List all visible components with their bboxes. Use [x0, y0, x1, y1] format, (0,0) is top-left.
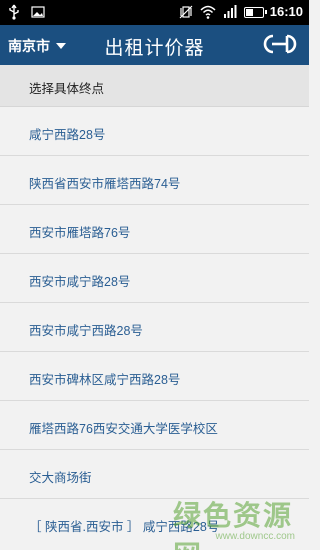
destination-list: 咸宁西路28号 陕西省西安市雁塔西路74号 西安市雁塔路76号 西安市咸宁路28… — [0, 107, 309, 548]
watermark-url: www.downcc.com — [215, 531, 295, 542]
list-item-label: 西安市碑林区咸宁西路28号 — [29, 373, 181, 387]
list-item-label: 西安市雁塔路76号 — [29, 226, 131, 240]
list-item[interactable]: 西安市咸宁西路28号 — [0, 303, 309, 352]
list-item[interactable]: 西安市雁塔路76号 — [0, 205, 309, 254]
taxi-logo-icon[interactable] — [260, 32, 300, 56]
list-item-label: 陕西省西安市雁塔西路74号 — [29, 177, 181, 191]
vibrate-silent-icon — [179, 5, 193, 19]
status-time: 16:10 — [269, 4, 303, 19]
list-item-label: 西安市咸宁路28号 — [29, 275, 131, 289]
status-left-icons — [6, 4, 46, 20]
list-item[interactable]: 西安市碑林区咸宁西路28号 — [0, 352, 309, 401]
list-item[interactable]: 雁塔西路76西安交通大学医学校区 — [0, 401, 309, 450]
list-item[interactable]: 陕西省西安市雁塔西路74号 — [0, 156, 309, 205]
list-item-label: 交大商场街 — [29, 471, 92, 485]
list-item[interactable]: 咸宁西路28号 — [0, 107, 309, 156]
section-label: 选择具体终点 — [29, 82, 105, 96]
status-bar: 16:10 — [0, 0, 309, 25]
signal-icon — [223, 5, 237, 18]
battery-icon — [243, 6, 267, 18]
list-item-label: 雁塔西路76西安交通大学医学校区 — [29, 422, 218, 436]
image-icon — [31, 6, 45, 18]
list-item-label: 咸宁西路28号 — [29, 128, 106, 142]
usb-icon — [9, 4, 19, 20]
list-item[interactable]: 交大商场街 — [0, 450, 309, 499]
section-header: 选择具体终点 — [0, 65, 309, 107]
wifi-icon — [200, 5, 216, 19]
watermark: 绿色资源网 www.downcc.com — [173, 494, 303, 550]
app-header: 南京市 出租计价器 — [0, 25, 309, 65]
list-item-label: 西安市咸宁西路28号 — [29, 324, 143, 338]
list-item[interactable]: 西安市咸宁路28号 — [0, 254, 309, 303]
status-right-icons: 16:10 — [178, 3, 303, 21]
